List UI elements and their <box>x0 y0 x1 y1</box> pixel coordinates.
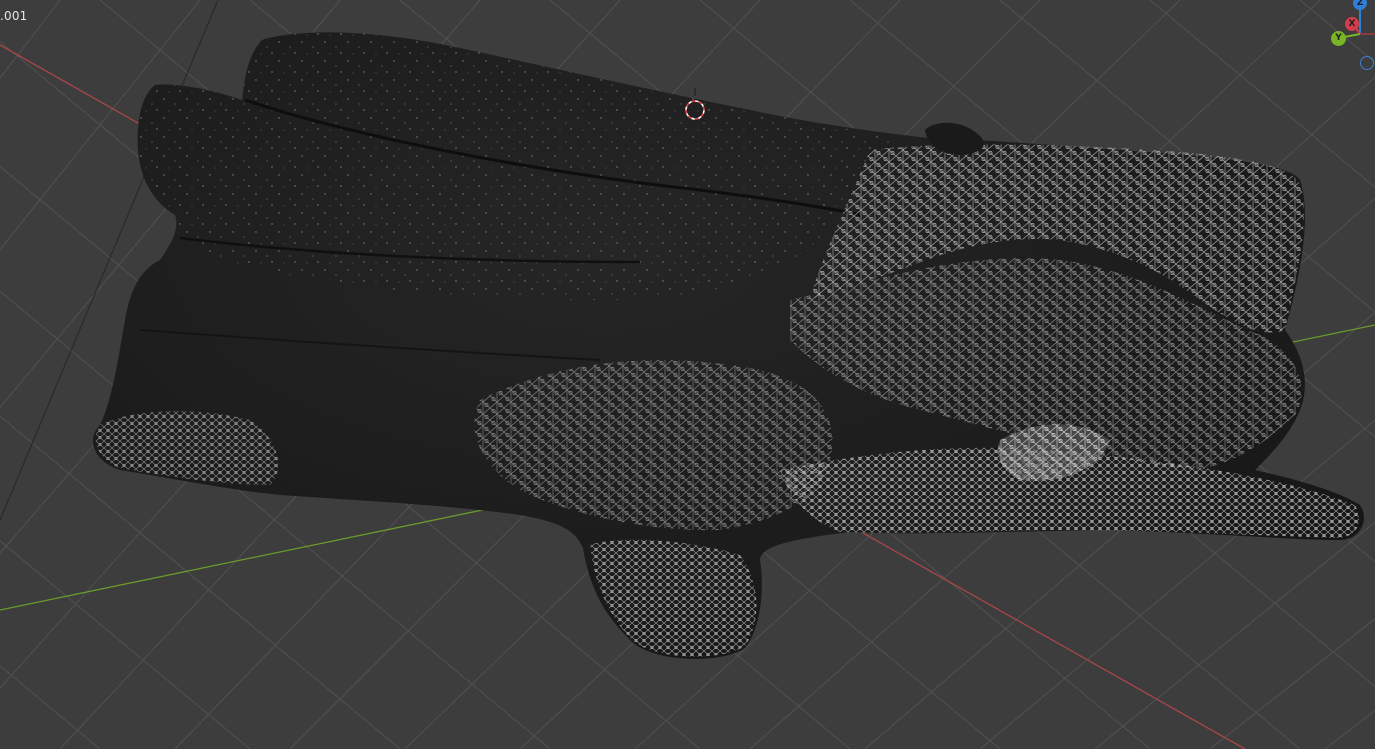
gizmo-x-axis[interactable]: X <box>1345 17 1359 31</box>
active-object-label: .001 <box>0 9 28 23</box>
gizmo-z-label: Z <box>1356 0 1364 8</box>
mesh-wire-region <box>590 539 757 657</box>
navigation-gizmo[interactable]: Z X Y <box>1322 0 1375 80</box>
viewport-scene[interactable] <box>0 0 1375 749</box>
gizmo-y-axis[interactable]: Y <box>1331 31 1346 46</box>
gizmo-y-label: Y <box>1335 33 1342 43</box>
grid-line <box>1324 709 1375 749</box>
view-toggle-icon[interactable] <box>1360 56 1374 70</box>
3d-viewport[interactable]: .001 Z X Y <box>0 0 1375 749</box>
gizmo-x-label: X <box>1348 19 1356 29</box>
mesh-wire-region <box>95 410 279 485</box>
mesh-object[interactable] <box>92 32 1364 659</box>
grid-line <box>0 0 61 79</box>
grid-line <box>1299 0 1375 64</box>
